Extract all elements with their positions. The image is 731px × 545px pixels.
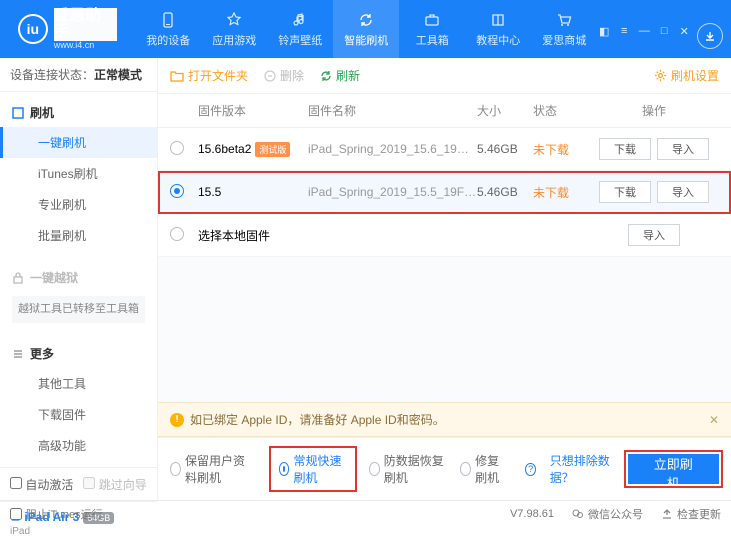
app-logo: iu 爱思助手 www.i4.cn: [8, 8, 127, 51]
sidebar-item-itunes[interactable]: iTunes刷机: [0, 158, 157, 189]
version-label: V7.98.61: [510, 506, 554, 522]
warning-icon: !: [170, 413, 184, 427]
folder-icon: [170, 69, 184, 83]
toolbar: 打开文件夹 删除 刷新 刷机设置: [158, 58, 731, 94]
download-button[interactable]: 下载: [599, 181, 651, 203]
help-icon[interactable]: ?: [525, 463, 535, 476]
table-header: 固件版本 固件名称 大小 状态 操作: [158, 94, 731, 128]
opt-antirecover[interactable]: 防数据恢复刷机: [369, 452, 446, 486]
list-icon: [12, 348, 24, 360]
skip-guide-check[interactable]: 跳过向导: [83, 476, 146, 493]
app-title: 爱思助手: [54, 8, 117, 41]
delete-button[interactable]: 删除: [264, 67, 304, 84]
music-icon: [291, 11, 309, 29]
nav-my-device[interactable]: 我的设备: [135, 0, 201, 58]
opt-quick-flash[interactable]: 常规快速刷机: [271, 448, 355, 490]
nav-store[interactable]: 爱思商城: [531, 0, 597, 58]
main-nav: 我的设备 应用游戏 铃声壁纸 智能刷机 工具箱 教程中心 爱思商城: [135, 0, 597, 58]
nav-toolbox[interactable]: 工具箱: [399, 0, 465, 58]
delete-icon: [264, 70, 276, 82]
nav-ringtones[interactable]: 铃声壁纸: [267, 0, 333, 58]
row-radio[interactable]: [170, 141, 184, 155]
import-button[interactable]: 导入: [628, 224, 680, 246]
sidebar-item-batch[interactable]: 批量刷机: [0, 220, 157, 251]
logo-icon: iu: [18, 14, 48, 44]
connection-status: 设备连接状态：正常模式: [0, 58, 157, 92]
refresh-icon: [320, 70, 332, 82]
lock-icon: [12, 272, 24, 284]
import-button[interactable]: 导入: [657, 181, 709, 203]
flash-icon: [357, 11, 375, 29]
th-size: 大小: [477, 102, 533, 119]
th-status: 状态: [533, 102, 589, 119]
sidebar-item-download[interactable]: 下载固件: [0, 399, 157, 430]
th-ops: 操作: [589, 102, 719, 119]
app-icon: [225, 11, 243, 29]
flash-settings-button[interactable]: 刷机设置: [654, 67, 719, 84]
download-button[interactable]: 下载: [599, 138, 651, 160]
refresh-button[interactable]: 刷新: [320, 67, 360, 84]
sidebar-checks: 自动激活 跳过向导: [0, 467, 157, 501]
app-url: www.i4.cn: [54, 41, 117, 51]
skin-icon[interactable]: ◧: [597, 25, 611, 39]
sidebar-item-oneclick[interactable]: 一键刷机: [0, 127, 157, 158]
book-icon: [489, 11, 507, 29]
appleid-warning: ! 如已绑定 Apple ID，请准备好 Apple ID和密码。 ✕: [158, 402, 731, 437]
toolbox-icon: [423, 11, 441, 29]
row-radio[interactable]: [170, 227, 184, 241]
open-folder-button[interactable]: 打开文件夹: [170, 67, 248, 84]
block-itunes-check[interactable]: 阻止iTunes运行: [10, 506, 103, 522]
sidebar-group-flash[interactable]: 刷机: [0, 98, 157, 127]
download-manager-icon[interactable]: [697, 23, 723, 49]
th-name: 固件名称: [308, 102, 477, 119]
titlebar: iu 爱思助手 www.i4.cn 我的设备 应用游戏 铃声壁纸 智能刷机 工具…: [0, 0, 731, 58]
opt-repair[interactable]: 修复刷机: [460, 452, 510, 486]
minimize-icon[interactable]: —: [637, 25, 651, 39]
update-icon: [661, 508, 673, 520]
sidebar-group-jailbreak[interactable]: 一键越狱: [0, 263, 157, 292]
local-firmware-row[interactable]: 选择本地固件 导入: [158, 214, 731, 257]
exclude-data-link[interactable]: 只想排除数据？: [550, 452, 614, 486]
close-icon[interactable]: ✕: [677, 25, 691, 39]
main-panel: 打开文件夹 删除 刷新 刷机设置 固件版本 固件名称 大小 状态 操作 15.6…: [158, 58, 731, 500]
device-icon: [159, 11, 177, 29]
sidebar-item-pro[interactable]: 专业刷机: [0, 189, 157, 220]
sidebar-item-tools[interactable]: 其他工具: [0, 368, 157, 399]
opt-keep-data[interactable]: 保留用户资料刷机: [170, 452, 257, 486]
row-radio[interactable]: [170, 184, 184, 198]
wechat-icon: [572, 508, 584, 520]
wechat-link[interactable]: 微信公众号: [572, 506, 643, 522]
flash-options: 保留用户资料刷机 常规快速刷机 防数据恢复刷机 修复刷机 ? 只想排除数据？ 立…: [158, 437, 731, 500]
th-version: 固件版本: [198, 102, 308, 119]
jailbreak-note: 越狱工具已转移至工具箱: [12, 296, 145, 323]
check-update-link[interactable]: 检查更新: [661, 506, 721, 522]
firmware-row-selected[interactable]: 15.5 iPad_Spring_2019_15.5_19F77_Restore…: [158, 171, 731, 214]
firmware-row[interactable]: 15.6beta2测试版 iPad_Spring_2019_15.6_19G50…: [158, 128, 731, 171]
sidebar-group-more[interactable]: 更多: [0, 339, 157, 368]
sidebar-item-advanced[interactable]: 高级功能: [0, 430, 157, 461]
cart-icon: [555, 11, 573, 29]
gear-icon: [654, 69, 667, 82]
import-button[interactable]: 导入: [657, 138, 709, 160]
flash-now-button[interactable]: 立即刷机: [628, 454, 719, 484]
maximize-icon[interactable]: □: [657, 25, 671, 39]
sidebar: 设备连接状态：正常模式 刷机 一键刷机 iTunes刷机 专业刷机 批量刷机 一…: [0, 58, 158, 500]
window-controls: ◧ ≡ — □ ✕: [597, 19, 691, 39]
warning-close-icon[interactable]: ✕: [709, 413, 719, 427]
nav-tutorials[interactable]: 教程中心: [465, 0, 531, 58]
square-icon: [12, 107, 24, 119]
menu-icon[interactable]: ≡: [617, 25, 631, 39]
nav-flash[interactable]: 智能刷机: [333, 0, 399, 58]
auto-activate-check[interactable]: 自动激活: [10, 476, 73, 493]
nav-apps[interactable]: 应用游戏: [201, 0, 267, 58]
